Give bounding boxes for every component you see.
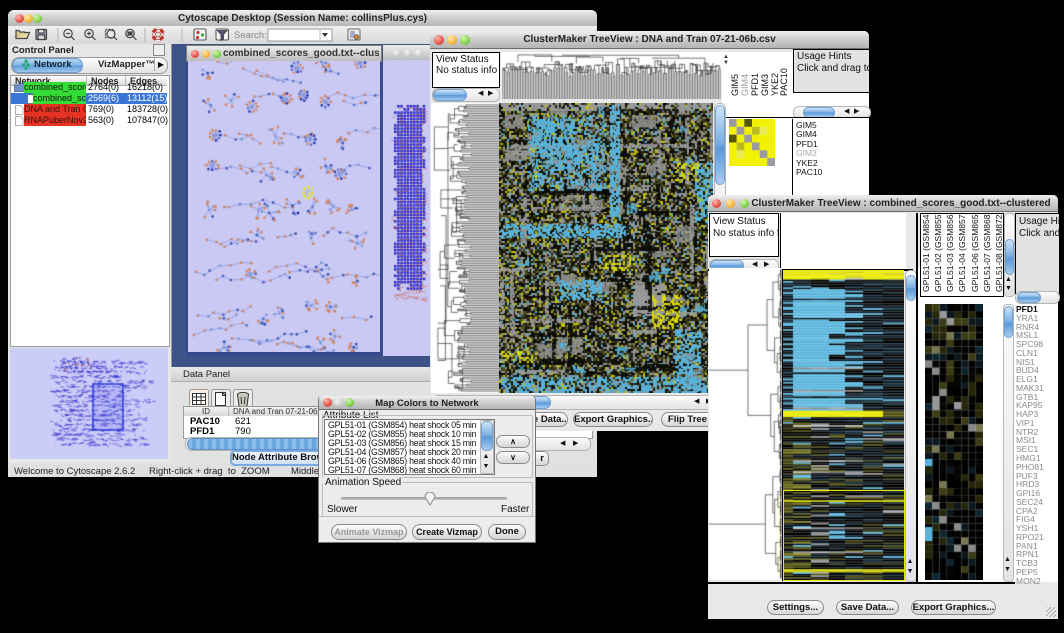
svg-text:Search:: Search: [234, 30, 267, 41]
svg-text:GPL51-03 (GSM856): GPL51-03 (GSM856) [945, 213, 955, 292]
svg-text:GPL51-08 (GSM872): GPL51-08 (GSM872) [994, 213, 1002, 292]
svg-text:PAC10: PAC10 [779, 68, 789, 96]
svg-text:GPL51-02 (GSM855): GPL51-02 (GSM855) [933, 213, 943, 292]
svg-text:PFD1: PFD1 [750, 73, 760, 96]
svg-text:GIM3: GIM3 [760, 74, 770, 96]
svg-text:GIM4: GIM4 [740, 74, 750, 96]
svg-text:GIM5: GIM5 [730, 74, 740, 96]
svg-text:GPL51-07 (GSM868): GPL51-07 (GSM868) [982, 213, 992, 292]
svg-text:GPL51-04 (GSM857): GPL51-04 (GSM857) [957, 213, 967, 292]
svg-text:GPL51-01 (GSM854): GPL51-01 (GSM854) [921, 213, 931, 292]
svg-text:GPL51-06 (GSM865): GPL51-06 (GSM865) [970, 213, 980, 292]
